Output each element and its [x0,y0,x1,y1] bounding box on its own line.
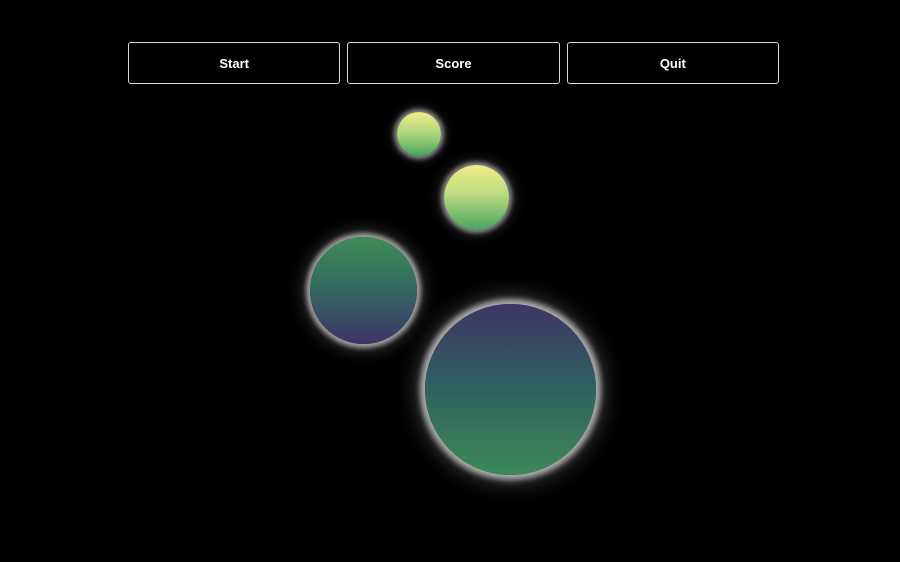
start-button[interactable]: Start [128,42,341,84]
score-button[interactable]: Score [347,42,560,84]
orb-large[interactable] [310,237,417,344]
orb-small[interactable] [397,112,441,156]
main-menu: Start Score Quit [128,42,779,84]
orb-xlarge[interactable] [425,304,596,475]
quit-button[interactable]: Quit [566,42,779,84]
orb-medium[interactable] [444,165,509,230]
